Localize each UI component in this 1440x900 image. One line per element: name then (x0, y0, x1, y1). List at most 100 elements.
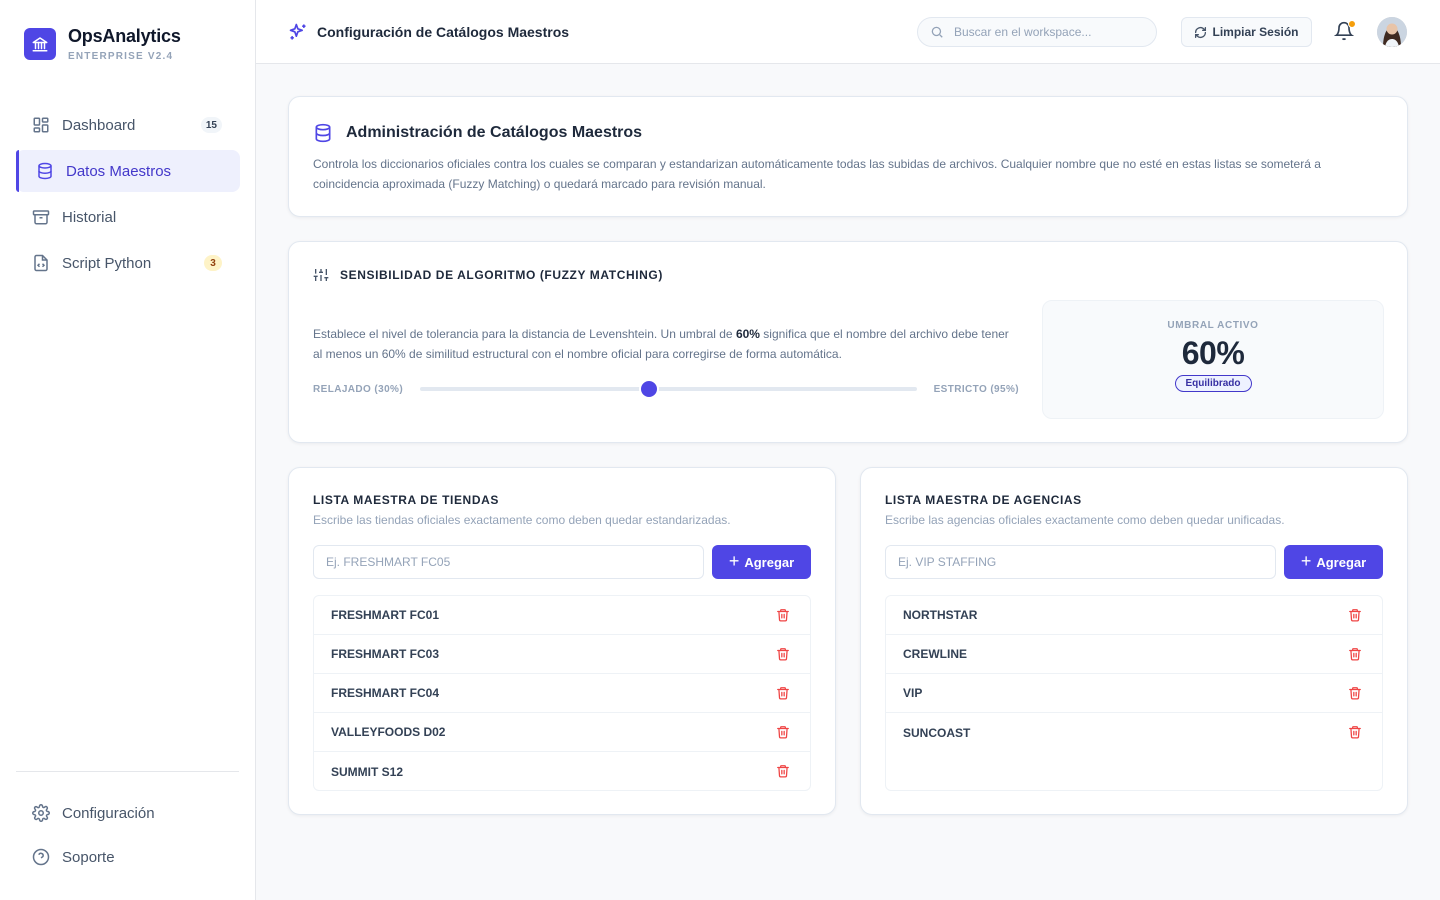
count-badge: 3 (204, 255, 222, 271)
list-item-label: CREWLINE (903, 647, 967, 661)
trash-icon[interactable] (1348, 647, 1362, 661)
sidebar-item-label: Script Python (62, 254, 152, 272)
count-badge: 15 (200, 117, 222, 133)
intro-title: Administración de Catálogos Maestros (346, 124, 643, 141)
clear-session-button[interactable]: Limpiar Sesión (1181, 17, 1312, 47)
sparkles-icon (288, 22, 308, 42)
sliders-icon (313, 267, 329, 283)
brand-name: OpsAnalytics (68, 26, 181, 46)
database-icon (313, 123, 333, 143)
search-box[interactable] (917, 17, 1157, 47)
status-badge: Equilibrado (1174, 375, 1252, 392)
stores-list-card: LISTA MAESTRA DE TIENDAS Escribe las tie… (288, 467, 836, 815)
list-item-label: VALLEYFOODS D02 (331, 725, 446, 739)
stores-subtitle: Escribe las tiendas oficiales exactament… (313, 513, 731, 527)
notification-dot (1348, 20, 1356, 28)
sidebar-item-label: Dashboard (62, 116, 136, 134)
agency-name-input[interactable] (885, 545, 1276, 579)
threshold-slider: RELAJADO (30%) ESTRICTO (95%) (313, 379, 1019, 399)
sidebar-item-label: Historial (62, 208, 117, 226)
sensitivity-description: Establece el nivel de tolerancia para la… (313, 324, 1013, 364)
list-item-label: FRESHMART FC01 (331, 608, 440, 622)
trash-icon[interactable] (1348, 686, 1362, 700)
list-item-label: VIP (903, 686, 923, 700)
archive-icon (32, 208, 50, 226)
sidebar-item-configuracion[interactable]: Configuración (16, 792, 240, 834)
sidebar-item-label: Configuración (62, 804, 155, 822)
page-title: Configuración de Catálogos Maestros (288, 22, 569, 42)
refresh-icon (1194, 26, 1207, 39)
sidebar-divider (16, 771, 239, 772)
list-item-label: FRESHMART FC04 (331, 686, 440, 700)
list-item: CREWLINE (886, 635, 1382, 674)
avatar[interactable] (1377, 17, 1407, 47)
fuzzy-sensitivity-card: SENSIBILIDAD DE ALGORITMO (FUZZY MATCHIN… (288, 241, 1408, 443)
trash-icon[interactable] (776, 686, 790, 700)
topbar: Configuración de Catálogos Maestros Limp… (256, 0, 1440, 64)
trash-icon[interactable] (776, 647, 790, 661)
sidebar: OpsAnalytics ENTERPRISE V2.4 Dashboard 1… (0, 0, 256, 900)
sidebar-item-label: Datos Maestros (66, 162, 172, 180)
agencies-subtitle: Escribe las agencias oficiales exactamen… (885, 513, 1285, 527)
sidebar-item-dashboard[interactable]: Dashboard 15 (16, 104, 240, 146)
add-label: Agregar (1316, 554, 1367, 570)
list-item-label: NORTHSTAR (903, 608, 978, 622)
list-item: SUMMIT S12 (314, 752, 810, 790)
add-label: Agregar (744, 554, 795, 570)
help-circle-icon (32, 848, 50, 866)
trash-icon[interactable] (776, 725, 790, 739)
active-threshold-value: 60% (1181, 335, 1245, 371)
list-item: FRESHMART FC03 (314, 635, 810, 674)
trash-icon[interactable] (776, 764, 790, 778)
intro-heading: Administración de Catálogos Maestros (313, 123, 642, 143)
search-input[interactable] (954, 25, 1134, 39)
desc-threshold: 60% (735, 327, 760, 341)
sidebar-item-datos-maestros[interactable]: Datos Maestros (16, 150, 240, 192)
grid-icon (32, 116, 50, 134)
list-item: VIP (886, 674, 1382, 713)
list-item: NORTHSTAR (886, 596, 1382, 635)
sensitivity-heading: SENSIBILIDAD DE ALGORITMO (FUZZY MATCHIN… (313, 267, 663, 283)
database-icon (36, 162, 54, 180)
sensitivity-title: SENSIBILIDAD DE ALGORITMO (FUZZY MATCHIN… (340, 268, 663, 282)
plus-icon: + (728, 551, 740, 571)
desc-text: Establece el nivel de tolerancia para la… (313, 327, 736, 341)
main-nav: Dashboard 15 Datos Maestros Historial Sc… (16, 104, 240, 288)
sidebar-item-historial[interactable]: Historial (16, 196, 240, 238)
plus-icon: + (1300, 551, 1312, 571)
agencies-list: NORTHSTAR CREWLINE VIP SUNCOAST (885, 595, 1383, 791)
list-item: FRESHMART FC01 (314, 596, 810, 635)
list-item: FRESHMART FC04 (314, 674, 810, 713)
slider-track[interactable] (420, 381, 917, 397)
list-item-label: FRESHMART FC03 (331, 647, 440, 661)
brand[interactable]: OpsAnalytics ENTERPRISE V2.4 (24, 26, 181, 62)
stores-title: LISTA MAESTRA DE TIENDAS (313, 493, 499, 507)
slider-min-label: RELAJADO (30%) (313, 383, 404, 395)
store-name-input[interactable] (313, 545, 704, 579)
stores-list: FRESHMART FC01 FRESHMART FC03 FRESHMART FC… (313, 595, 811, 791)
slider-thumb[interactable] (641, 381, 658, 397)
agencies-title: LISTA MAESTRA DE AGENCIAS (885, 493, 1082, 507)
search-icon (930, 25, 944, 39)
trash-icon[interactable] (1348, 608, 1362, 622)
secondary-nav: Configuración Soporte (16, 792, 240, 880)
agencies-list-card: LISTA MAESTRA DE AGENCIAS Escribe las ag… (860, 467, 1408, 815)
add-agency-button[interactable]: + Agregar (1284, 545, 1383, 579)
sidebar-item-label: Soporte (62, 848, 115, 866)
brand-version: ENTERPRISE V2.4 (68, 51, 174, 62)
active-threshold-panel: UMBRAL ACTIVO 60% Equilibrado (1042, 300, 1384, 419)
list-item: VALLEYFOODS D02 (314, 713, 810, 752)
active-threshold-label: UMBRAL ACTIVO (1167, 320, 1259, 331)
sidebar-item-soporte[interactable]: Soporte (16, 836, 240, 878)
catalog-intro-card: Administración de Catálogos Maestros Con… (288, 96, 1408, 217)
slider-max-label: ESTRICTO (95%) (933, 383, 1019, 395)
bank-icon (24, 28, 56, 60)
list-item: SUNCOAST (886, 713, 1382, 752)
notifications-button[interactable] (1334, 20, 1356, 43)
trash-icon[interactable] (1348, 725, 1362, 739)
add-store-button[interactable]: + Agregar (712, 545, 811, 579)
sidebar-item-script-python[interactable]: Script Python 3 (16, 242, 240, 284)
list-item-label: SUMMIT S12 (331, 764, 404, 779)
trash-icon[interactable] (776, 608, 790, 622)
list-item-label: SUNCOAST (903, 725, 971, 740)
